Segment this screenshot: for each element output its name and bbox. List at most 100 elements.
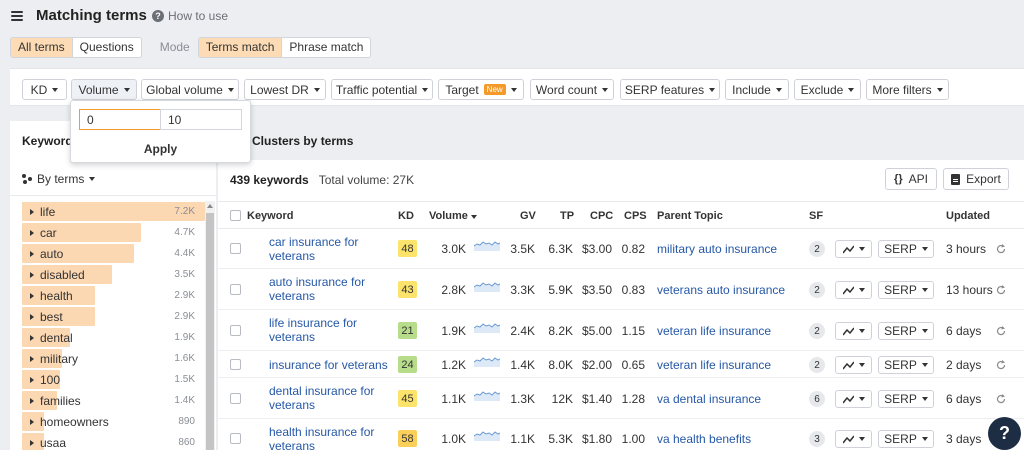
serp-button[interactable]: SERP [878, 322, 934, 340]
term-item[interactable]: car 4.7K [22, 222, 205, 243]
term-item[interactable]: dental 1.9K [22, 327, 205, 348]
tab-all-terms[interactable]: All terms [11, 37, 72, 57]
parent-topic-link[interactable]: va health benefits [657, 432, 751, 446]
row-checkbox[interactable] [230, 284, 241, 295]
serp-features-count[interactable]: 2 [809, 323, 825, 339]
term-item[interactable]: disabled 3.5K [22, 264, 205, 285]
volume-to-input[interactable] [160, 109, 242, 130]
trend-chart-button[interactable] [835, 281, 872, 299]
tab-questions[interactable]: Questions [71, 37, 141, 57]
keyword-link[interactable]: life insurance for veterans [269, 316, 389, 344]
filter-traffic-potential-button[interactable]: Traffic potential [331, 79, 433, 100]
expand-arrow-icon[interactable] [30, 271, 34, 278]
filter-exclude-button[interactable]: Exclude [794, 79, 861, 100]
row-checkbox[interactable] [230, 359, 241, 370]
serp-button[interactable]: SERP [878, 390, 934, 408]
serp-features-count[interactable]: 2 [809, 241, 825, 257]
hamburger-menu-icon[interactable] [11, 11, 23, 21]
expand-arrow-icon[interactable] [30, 229, 34, 236]
export-button[interactable]: Export [943, 168, 1009, 190]
trend-chart-button[interactable] [835, 430, 872, 448]
select-all-checkbox[interactable] [230, 210, 241, 221]
col-volume[interactable]: Volume [429, 210, 477, 222]
col-cpc[interactable]: CPC [590, 210, 613, 222]
expand-arrow-icon[interactable] [30, 208, 34, 215]
expand-arrow-icon[interactable] [30, 313, 34, 320]
row-checkbox[interactable] [230, 393, 241, 404]
keyword-link[interactable]: dental insurance for veterans [269, 384, 389, 412]
scrollbar-thumb[interactable] [206, 213, 214, 450]
refresh-icon[interactable] [996, 244, 1006, 254]
parent-topic-link[interactable]: military auto insurance [657, 242, 777, 256]
term-item[interactable]: 100 1.5K [22, 369, 205, 390]
serp-button[interactable]: SERP [878, 240, 934, 258]
term-item[interactable]: families 1.4K [22, 390, 205, 411]
trend-chart-button[interactable] [835, 356, 872, 374]
filter-kd-button[interactable]: KD [22, 79, 67, 100]
refresh-icon[interactable] [996, 285, 1006, 295]
row-checkbox[interactable] [230, 243, 241, 254]
parent-topic-link[interactable]: va dental insurance [657, 392, 761, 406]
keyword-link[interactable]: health insurance for veterans [269, 425, 389, 450]
row-checkbox[interactable] [230, 325, 241, 336]
row-checkbox[interactable] [230, 433, 241, 444]
serp-button[interactable]: SERP [878, 356, 934, 374]
parent-topic-link[interactable]: veteran life insurance [657, 324, 771, 338]
serp-button[interactable]: SERP [878, 430, 934, 448]
expand-arrow-icon[interactable] [30, 334, 34, 341]
expand-arrow-icon[interactable] [30, 397, 34, 404]
filter-lowest-dr-button[interactable]: Lowest DR [244, 79, 326, 100]
col-keyword[interactable]: Keyword [247, 210, 293, 222]
expand-arrow-icon[interactable] [30, 376, 34, 383]
group-by-dropdown[interactable]: By terms [22, 172, 96, 186]
keyword-link[interactable]: auto insurance for veterans [269, 275, 389, 303]
serp-features-count[interactable]: 2 [809, 282, 825, 298]
col-sf[interactable]: SF [809, 210, 823, 222]
serp-button[interactable]: SERP [878, 281, 934, 299]
help-button[interactable]: ? [988, 417, 1021, 450]
parent-topic-link[interactable]: veterans auto insurance [657, 283, 785, 297]
col-updated[interactable]: Updated [946, 210, 990, 222]
expand-arrow-icon[interactable] [30, 439, 34, 446]
apply-button[interactable]: Apply [71, 142, 250, 156]
tab-phrase-match[interactable]: Phrase match [281, 37, 371, 57]
serp-features-count[interactable]: 3 [809, 431, 825, 447]
expand-arrow-icon[interactable] [30, 418, 34, 425]
tab-terms-match[interactable]: Terms match [198, 37, 282, 57]
serp-features-count[interactable]: 2 [809, 357, 825, 373]
api-button[interactable]: {} API [885, 168, 937, 190]
filter-serp-features-button[interactable]: SERP features [620, 79, 720, 100]
term-item[interactable]: best 2.9K [22, 306, 205, 327]
scroll-up-arrow-icon[interactable] [207, 204, 213, 208]
parent-topic-link[interactable]: veteran life insurance [657, 358, 771, 372]
expand-arrow-icon[interactable] [30, 250, 34, 257]
filter-target-button[interactable]: Target New [438, 79, 524, 100]
trend-chart-button[interactable] [835, 240, 872, 258]
filter-global-volume-button[interactable]: Global volume [141, 79, 239, 100]
col-parent-topic[interactable]: Parent Topic [657, 210, 723, 222]
filter-volume-button[interactable]: Volume [71, 79, 137, 100]
term-item[interactable]: auto 4.4K [22, 243, 205, 264]
term-item[interactable]: health 2.9K [22, 285, 205, 306]
col-kd[interactable]: KD [398, 210, 414, 222]
term-item[interactable]: life 7.2K [22, 201, 205, 222]
how-to-use-link[interactable]: ? How to use [152, 9, 228, 23]
col-cps[interactable]: CPS [624, 210, 647, 222]
term-item[interactable]: homeowners 890 [22, 411, 205, 432]
filter-include-button[interactable]: Include [725, 79, 789, 100]
term-list-scrollbar[interactable] [205, 201, 215, 450]
col-gv[interactable]: GV [520, 210, 536, 222]
term-item[interactable]: usaa 860 [22, 432, 205, 450]
refresh-icon[interactable] [996, 326, 1006, 336]
trend-chart-button[interactable] [835, 322, 872, 340]
term-item[interactable]: military 1.6K [22, 348, 205, 369]
trend-chart-button[interactable] [835, 390, 872, 408]
col-tp[interactable]: TP [560, 210, 574, 222]
clusters-tab[interactable]: Clusters by terms [252, 134, 353, 148]
volume-from-input[interactable] [79, 109, 161, 130]
serp-features-count[interactable]: 6 [809, 391, 825, 407]
keyword-link[interactable]: insurance for veterans [269, 358, 389, 372]
expand-arrow-icon[interactable] [30, 355, 34, 362]
refresh-icon[interactable] [996, 394, 1006, 404]
expand-arrow-icon[interactable] [30, 292, 34, 299]
